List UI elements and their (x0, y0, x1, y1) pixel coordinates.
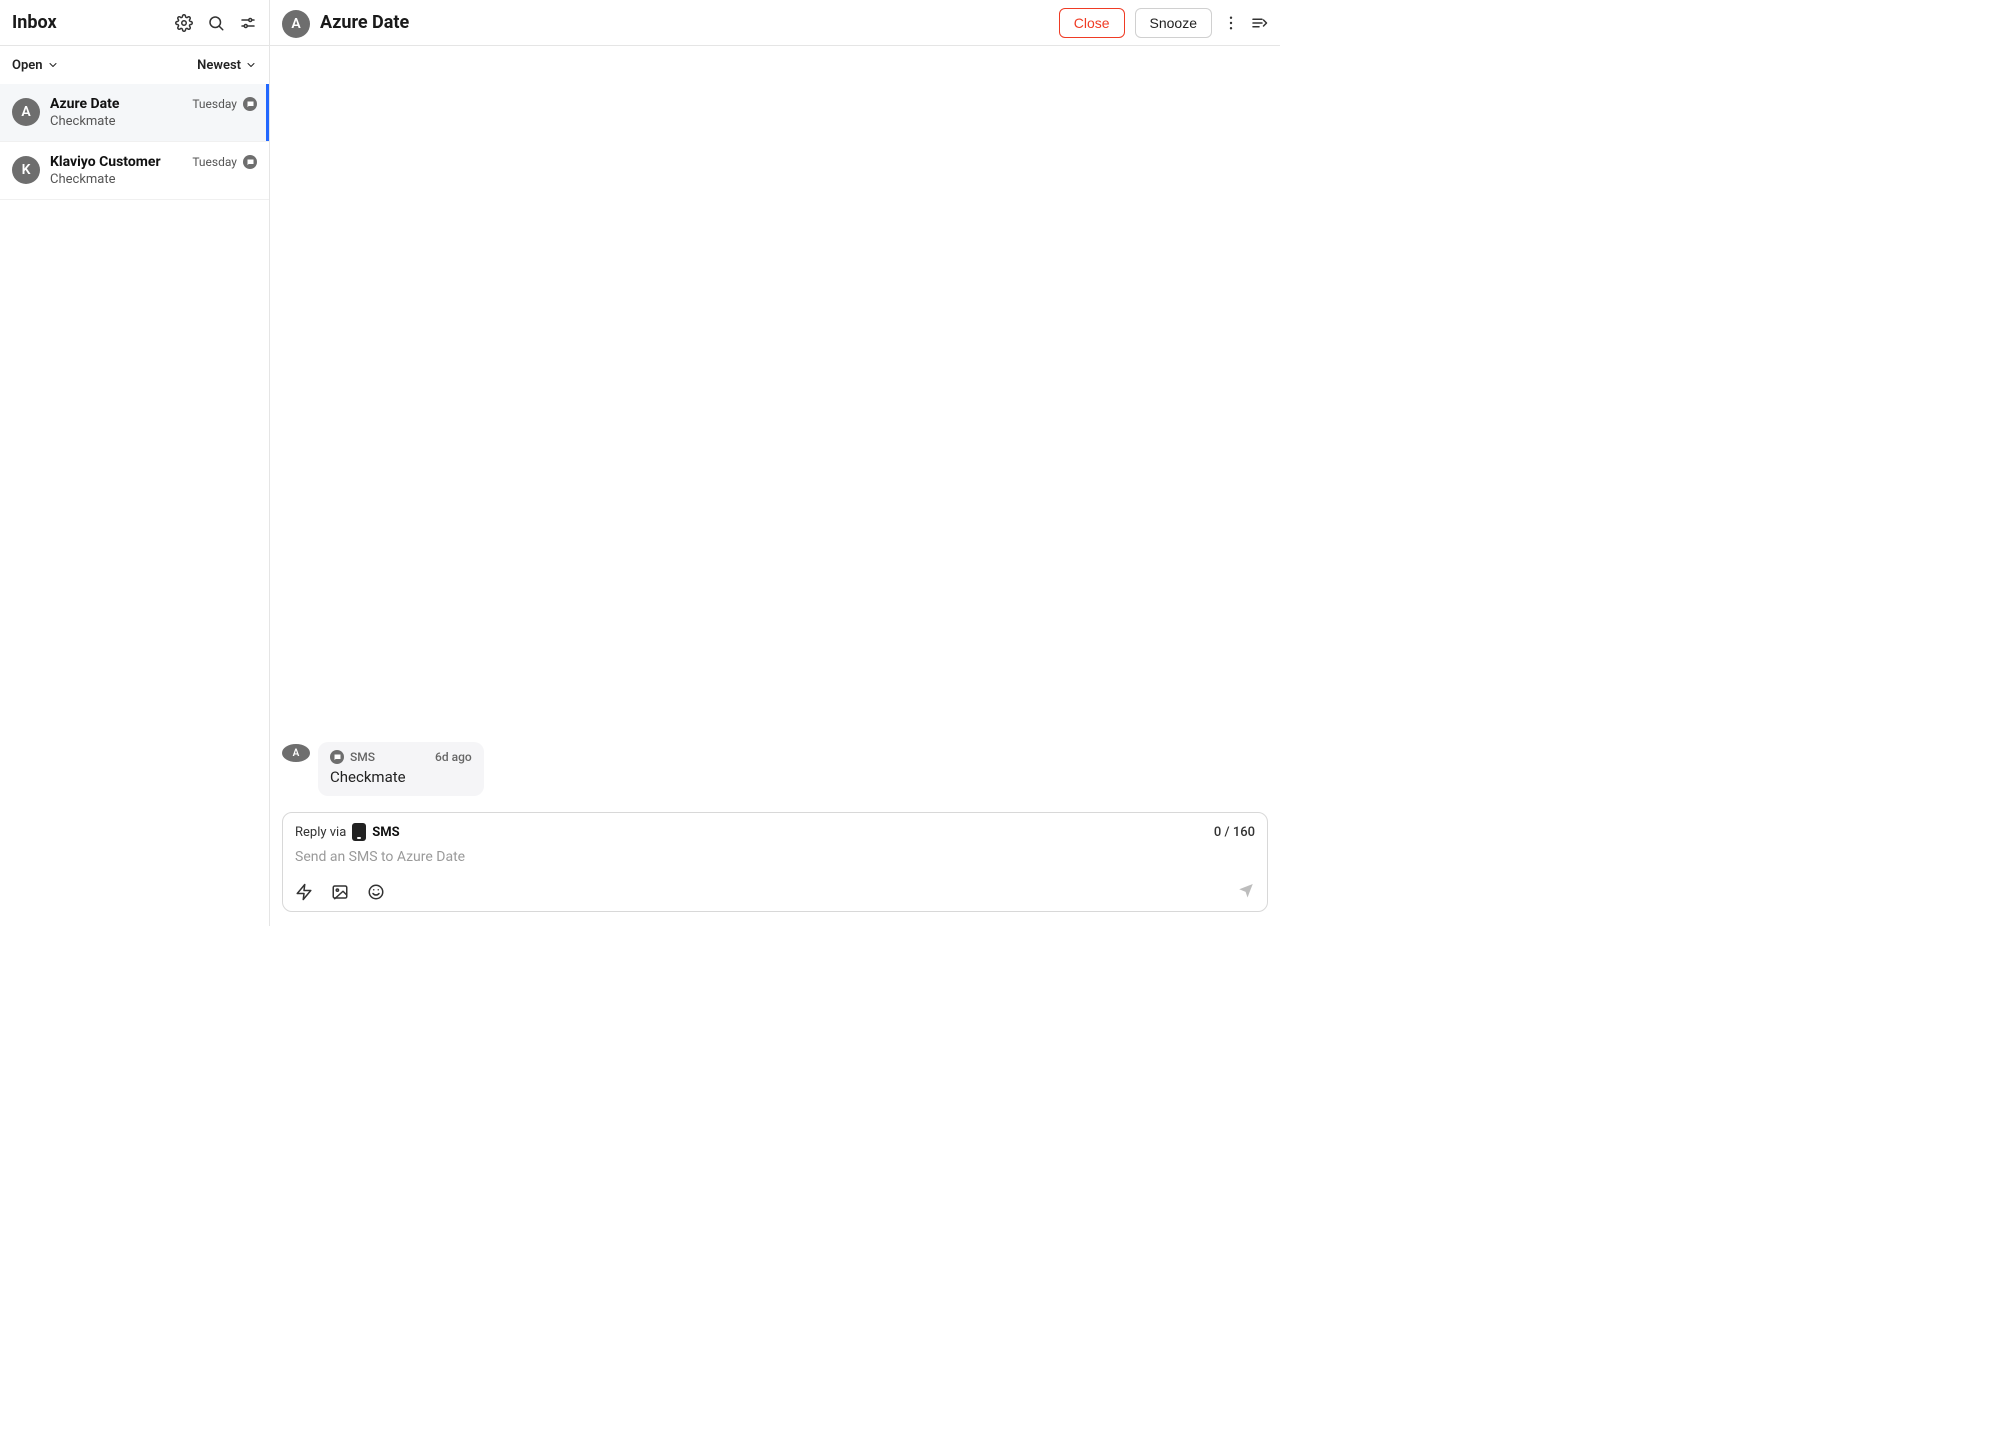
main-header: A Azure Date Close Snooze (270, 0, 1280, 46)
thread-time: Tuesday (192, 155, 237, 169)
quick-reply-icon[interactable] (295, 883, 313, 901)
emoji-icon[interactable] (367, 883, 385, 901)
thread-meta: Tuesday (192, 97, 257, 111)
inbox-title: Inbox (12, 12, 57, 33)
main-panel: A Azure Date Close Snooze A (270, 0, 1280, 926)
sort-label: Newest (197, 58, 241, 73)
message-input[interactable] (295, 847, 1255, 873)
chat-icon (330, 750, 344, 764)
thread-meta: Tuesday (192, 155, 257, 169)
sort-dropdown[interactable]: Newest (197, 58, 257, 73)
filter-icon[interactable] (239, 14, 257, 32)
conversation-title: Azure Date (320, 12, 409, 33)
conversation-avatar: A (282, 10, 310, 38)
thread-list: A Azure Date Tuesday Checkmate K Klaviyo… (0, 84, 269, 926)
message-avatar: A (282, 744, 310, 762)
sidebar-actions (175, 14, 257, 32)
reply-via-label: Reply via (295, 825, 346, 840)
status-filter-label: Open (12, 58, 43, 73)
char-counter: 0 / 160 (1214, 825, 1255, 840)
sidebar-filters: Open Newest (0, 46, 269, 84)
thread-item[interactable]: A Azure Date Tuesday Checkmate (0, 84, 269, 142)
main-header-left: A Azure Date (282, 8, 409, 38)
sidebar-header: Inbox (0, 0, 269, 46)
settings-icon[interactable] (175, 14, 193, 32)
message-bubble: SMS 6d ago Checkmate (318, 742, 484, 796)
conversation-area: A SMS 6d ago Checkmate Reply via (270, 46, 1280, 926)
image-icon[interactable] (331, 883, 349, 901)
message-body: Checkmate (330, 768, 472, 786)
thread-name: Azure Date (50, 96, 119, 112)
panel-toggle-icon[interactable] (1250, 14, 1268, 32)
message-list: A SMS 6d ago Checkmate (270, 46, 1280, 804)
composer: Reply via SMS 0 / 160 (282, 812, 1268, 912)
message-channel: SMS (350, 750, 375, 764)
thread-item[interactable]: K Klaviyo Customer Tuesday Checkmate (0, 142, 269, 200)
thread-name: Klaviyo Customer (50, 154, 161, 170)
search-icon[interactable] (207, 14, 225, 32)
thread-avatar: A (12, 98, 40, 126)
more-icon[interactable] (1222, 14, 1240, 32)
sidebar: Inbox Open Newest (0, 0, 270, 926)
thread-preview: Checkmate (50, 172, 257, 187)
thread-avatar: K (12, 156, 40, 184)
main-header-right: Close Snooze (1059, 8, 1268, 38)
message-time: 6d ago (435, 750, 472, 764)
thread-time: Tuesday (192, 97, 237, 111)
composer-top: Reply via SMS 0 / 160 (295, 823, 1255, 841)
composer-channel-selector[interactable]: Reply via SMS (295, 823, 400, 841)
composer-bottom (295, 881, 1255, 903)
chevron-down-icon (245, 59, 257, 71)
composer-tools (295, 883, 385, 901)
chevron-down-icon (47, 59, 59, 71)
chat-icon (243, 155, 257, 169)
status-filter-dropdown[interactable]: Open (12, 58, 59, 73)
message-row: A SMS 6d ago Checkmate (282, 742, 1268, 796)
composer-channel-label: SMS (372, 825, 399, 840)
close-button[interactable]: Close (1059, 8, 1125, 38)
thread-preview: Checkmate (50, 114, 257, 129)
chat-icon (243, 97, 257, 111)
send-button[interactable] (1237, 881, 1255, 903)
snooze-button[interactable]: Snooze (1135, 8, 1212, 38)
phone-icon (352, 823, 366, 841)
